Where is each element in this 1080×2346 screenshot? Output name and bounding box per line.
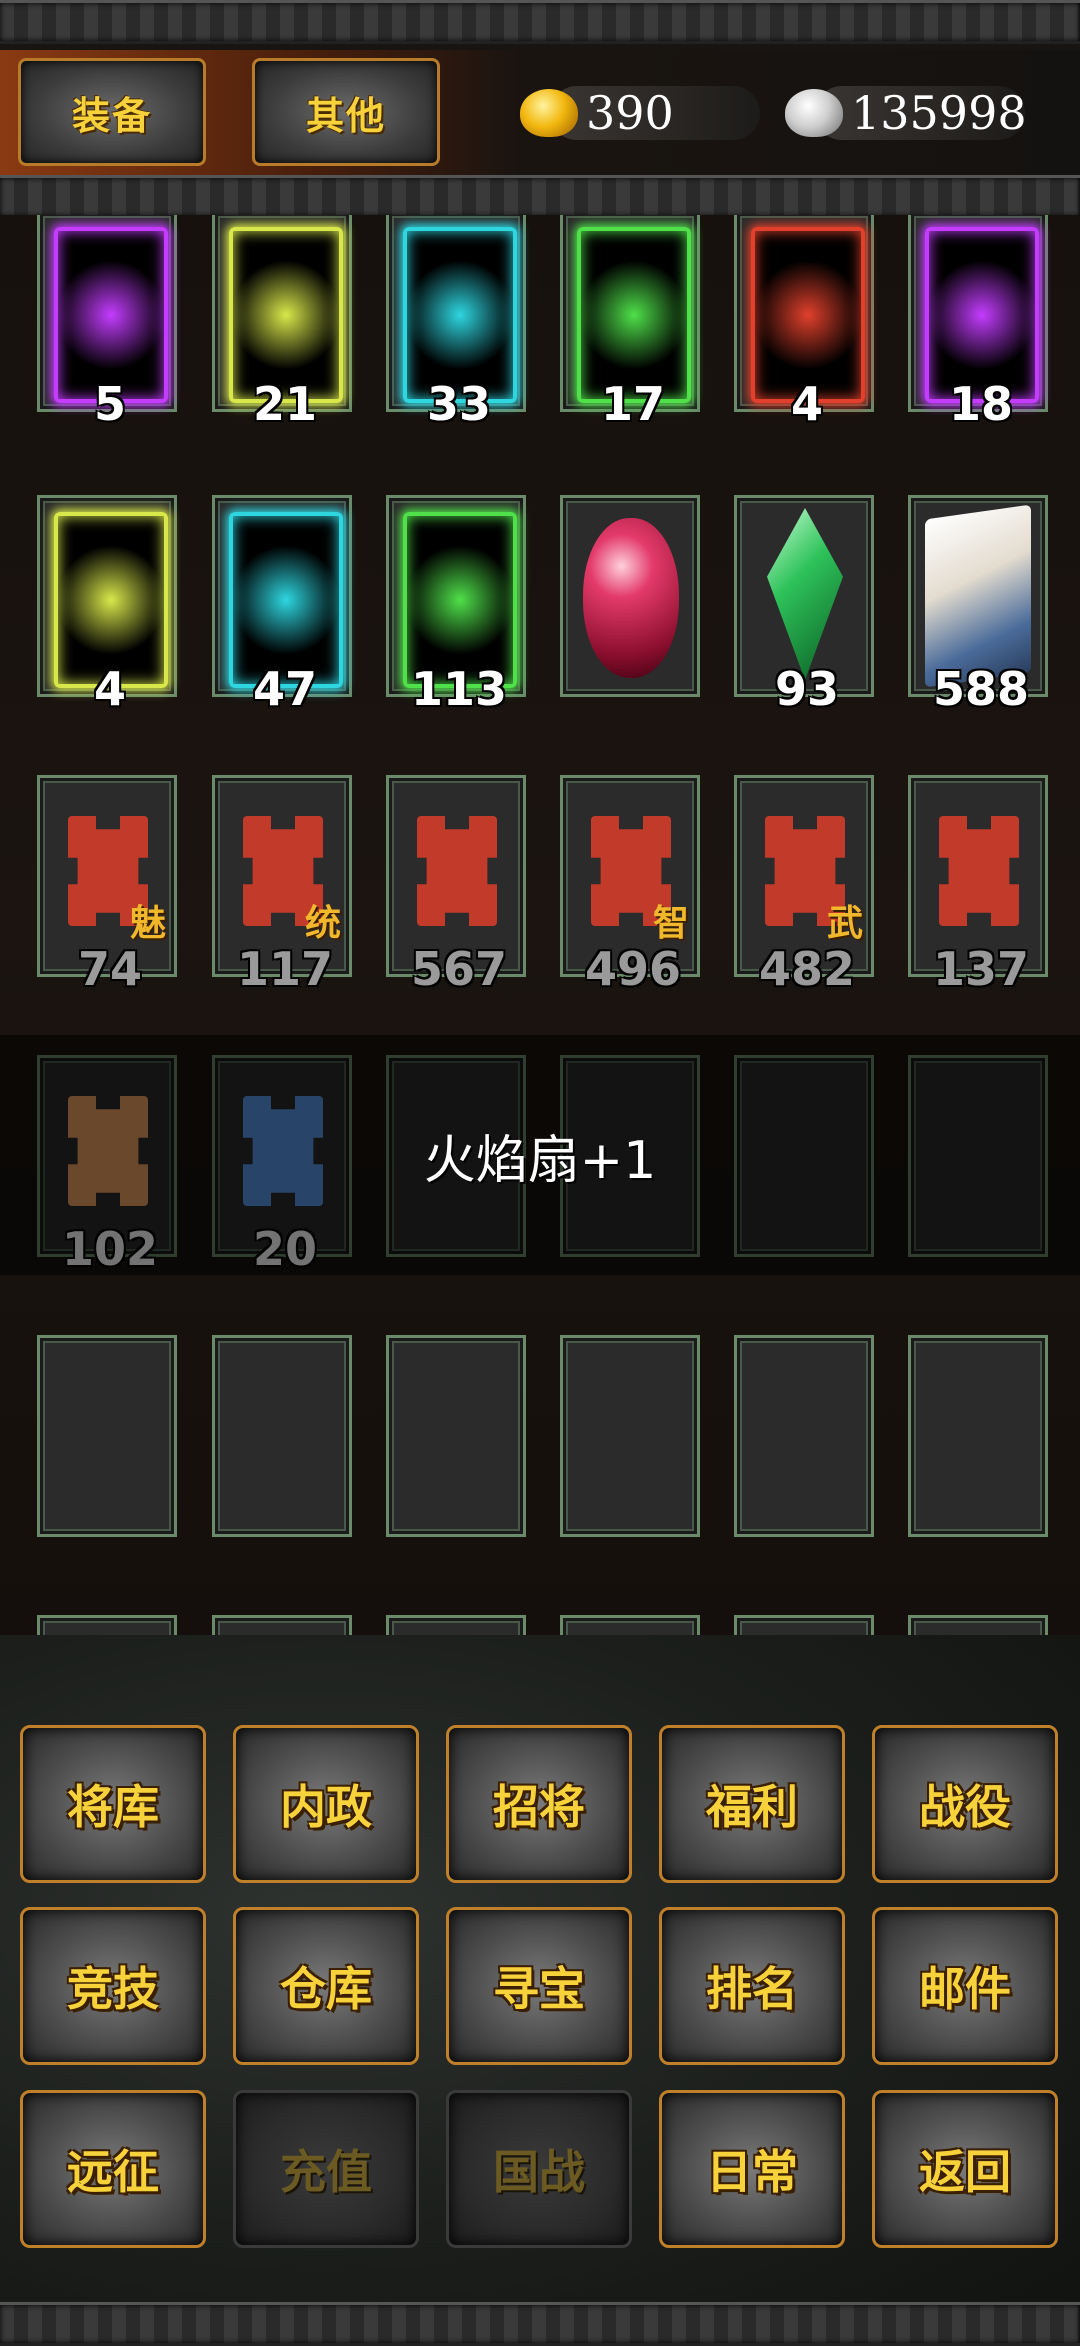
tab-other[interactable]: 其他 <box>252 58 440 166</box>
attribute-tag: 智 <box>652 903 689 944</box>
gold-amount: 390 <box>586 86 674 140</box>
menu-button[interactable]: 仓库 <box>233 1907 419 2065</box>
menu-button: 充值 <box>233 2090 419 2248</box>
item-count: 4 <box>93 662 126 716</box>
attribute-tag: 武 <box>826 903 863 944</box>
item-count: 588 <box>932 662 1030 716</box>
menu-button[interactable]: 排名 <box>659 1907 845 2065</box>
inventory-slot[interactable]: 4 <box>734 215 874 431</box>
menu-button[interactable]: 战役 <box>872 1725 1058 1883</box>
inventory-slot[interactable]: 93 <box>734 495 874 716</box>
empty-slot[interactable] <box>560 1335 700 1537</box>
attribute-tag: 魅 <box>129 903 166 944</box>
empty-slot[interactable] <box>386 1335 526 1537</box>
menu-button[interactable]: 招将 <box>446 1725 632 1883</box>
item-count: 4 <box>790 377 823 431</box>
empty-slot[interactable] <box>734 1335 874 1537</box>
item-count: 496 <box>584 942 682 996</box>
silver-amount: 135998 <box>851 86 1027 140</box>
item-count: 482 <box>758 942 856 996</box>
menu-button[interactable]: 将库 <box>20 1725 206 1883</box>
inventory-slot[interactable]: 智 496 <box>560 775 700 996</box>
menu-button[interactable]: 福利 <box>659 1725 845 1883</box>
attribute-tag: 统 <box>304 903 341 944</box>
menu-button: 国战 <box>446 2090 632 2248</box>
main-menu: 将库 内政 招将 福利 战役竞技 仓库 寻宝 排名 邮件远征 充值 国战 日常 返回 <box>0 1635 1080 2340</box>
menu-button[interactable]: 日常 <box>659 2090 845 2248</box>
inventory-slot[interactable]: 统 117 <box>212 775 352 996</box>
item-count: 33 <box>426 377 491 431</box>
book-icon <box>925 504 1031 688</box>
header-bottom-border <box>0 175 1080 219</box>
inventory-slot[interactable]: 47 <box>212 495 352 716</box>
menu-button[interactable]: 邮件 <box>872 1907 1058 2065</box>
inventory-slot[interactable]: 567 <box>386 775 526 996</box>
inventory-panel[interactable]: 5 21 33 17 4 18 4 47 113 93 588 魅 74 统 117 567 智 496 武 482 1… <box>0 215 1080 1635</box>
empty-slot[interactable] <box>560 1615 700 1635</box>
ruby-gem-icon <box>583 518 679 678</box>
inventory-slot[interactable] <box>560 495 700 697</box>
tab-equipment[interactable]: 装备 <box>18 58 206 166</box>
inventory-slot[interactable]: 21 <box>212 215 352 431</box>
inventory-slot[interactable]: 武 482 <box>734 775 874 996</box>
item-count: 21 <box>252 377 317 431</box>
item-count: 93 <box>774 662 839 716</box>
silver-ingot-icon <box>785 89 843 137</box>
inventory-slot[interactable]: 588 <box>908 495 1048 716</box>
menu-button[interactable]: 竞技 <box>20 1907 206 2065</box>
empty-slot[interactable] <box>734 1615 874 1635</box>
item-count: 117 <box>236 942 334 996</box>
item-count: 137 <box>932 942 1030 996</box>
empty-slot[interactable] <box>37 1335 177 1537</box>
inventory-slot[interactable]: 113 <box>386 495 526 716</box>
inventory-slot[interactable]: 4 <box>37 495 177 716</box>
menu-button[interactable]: 返回 <box>872 2090 1058 2248</box>
item-count: 74 <box>77 942 142 996</box>
empty-slot[interactable] <box>908 1615 1048 1635</box>
silver-display: 135998 <box>785 80 1027 146</box>
puzzle-piece-icon <box>417 816 497 926</box>
emerald-gem-icon <box>767 508 843 680</box>
gold-ingot-icon <box>520 89 578 137</box>
inventory-slot[interactable]: 5 <box>37 215 177 431</box>
bottom-border <box>0 2302 1080 2346</box>
inventory-slot[interactable]: 魅 74 <box>37 775 177 996</box>
inventory-slot[interactable]: 33 <box>386 215 526 431</box>
inventory-slot[interactable]: 17 <box>560 215 700 431</box>
item-count: 5 <box>93 377 126 431</box>
item-count: 113 <box>410 662 508 716</box>
inventory-slot[interactable]: 137 <box>908 775 1048 996</box>
item-count: 17 <box>600 377 665 431</box>
item-gain-toast: 火焰扇+1 <box>0 1035 1080 1275</box>
inventory-slot[interactable]: 18 <box>908 215 1048 431</box>
menu-button[interactable]: 内政 <box>233 1725 419 1883</box>
item-count: 567 <box>410 942 508 996</box>
gold-display: 390 <box>520 80 760 146</box>
top-border <box>0 0 1080 44</box>
empty-slot[interactable] <box>908 1335 1048 1537</box>
menu-button[interactable]: 寻宝 <box>446 1907 632 2065</box>
empty-slot[interactable] <box>212 1615 352 1635</box>
top-bar: 装备 其他 390 135998 <box>0 0 1080 219</box>
empty-slot[interactable] <box>386 1615 526 1635</box>
puzzle-piece-icon <box>939 816 1019 926</box>
empty-slot[interactable] <box>37 1615 177 1635</box>
menu-button[interactable]: 远征 <box>20 2090 206 2248</box>
item-count: 47 <box>252 662 317 716</box>
empty-slot[interactable] <box>212 1335 352 1537</box>
item-count: 18 <box>948 377 1013 431</box>
